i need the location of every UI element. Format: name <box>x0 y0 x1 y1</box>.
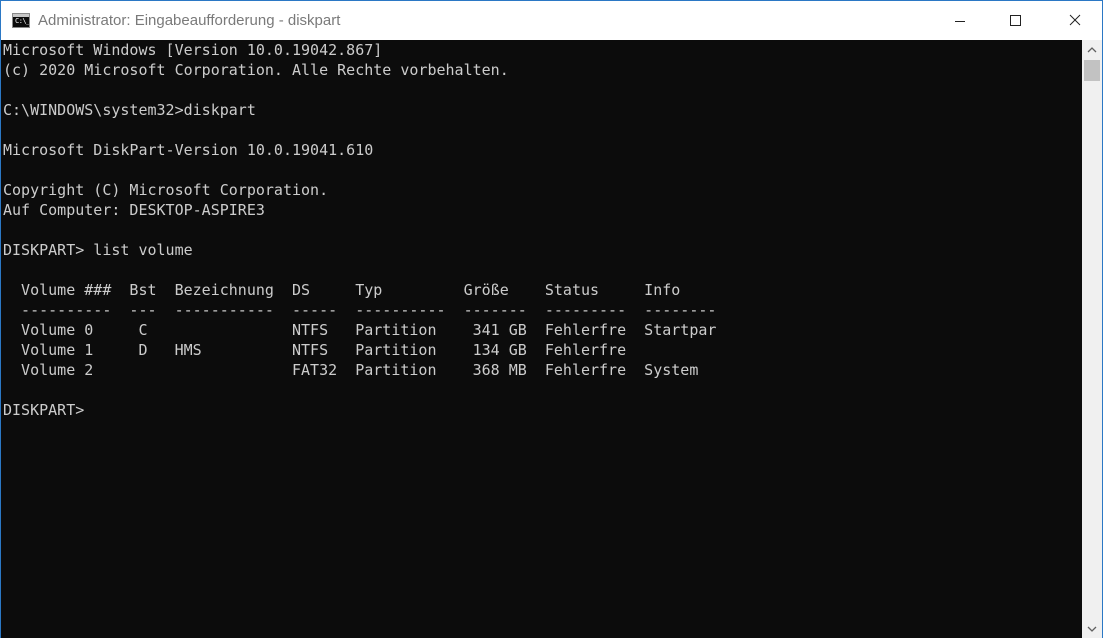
console-line: DISKPART> <box>3 401 94 419</box>
console-line: Volume ### Bst Bezeichnung DS Typ Größe … <box>3 281 681 299</box>
console-line: (c) 2020 Microsoft Corporation. Alle Rec… <box>3 61 509 79</box>
console-line: Volume 1 D HMS NTFS Partition 134 GB Feh… <box>3 341 627 359</box>
cmd-icon[interactable]: C:\_ <box>12 13 30 28</box>
console-line: Microsoft Windows [Version 10.0.19042.86… <box>3 41 383 59</box>
command-prompt-window: C:\_ Administrator: Eingabeaufforderung … <box>0 0 1103 638</box>
console-output[interactable]: Microsoft Windows [Version 10.0.19042.86… <box>1 40 1082 638</box>
window-title: Administrator: Eingabeaufforderung - dis… <box>38 12 341 29</box>
maximize-button[interactable] <box>992 1 1038 40</box>
scroll-thumb[interactable] <box>1084 60 1100 81</box>
console-line: Volume 0 C NTFS Partition 341 GB Fehlerf… <box>3 321 717 339</box>
console-line: C:\WINDOWS\system32>diskpart <box>3 101 256 119</box>
title-bar[interactable]: C:\_ Administrator: Eingabeaufforderung … <box>1 1 1102 40</box>
vertical-scrollbar[interactable] <box>1082 40 1102 638</box>
console-line: DISKPART> list volume <box>3 241 193 259</box>
console-line: ---------- --- ----------- ----- -------… <box>3 301 717 319</box>
close-icon <box>1069 14 1081 26</box>
console-line: Volume 2 FAT32 Partition 368 MB Fehlerfr… <box>3 361 699 379</box>
cmd-icon-glyph: C:\_ <box>15 17 30 25</box>
console-line: Auf Computer: DESKTOP-ASPIRE3 <box>3 201 265 219</box>
minimize-icon <box>955 21 965 22</box>
console-text: Microsoft Windows [Version 10.0.19042.86… <box>3 40 716 420</box>
minimize-button[interactable] <box>937 1 983 40</box>
scroll-up-button[interactable] <box>1082 40 1102 60</box>
close-button[interactable] <box>1052 1 1098 40</box>
chevron-down-icon <box>1087 626 1097 632</box>
scroll-down-button[interactable] <box>1082 619 1102 638</box>
console-line: Microsoft DiskPart-Version 10.0.19041.61… <box>3 141 374 159</box>
console-line: Copyright (C) Microsoft Corporation. <box>3 181 329 199</box>
chevron-up-icon <box>1087 47 1097 53</box>
maximize-icon <box>1010 15 1021 26</box>
